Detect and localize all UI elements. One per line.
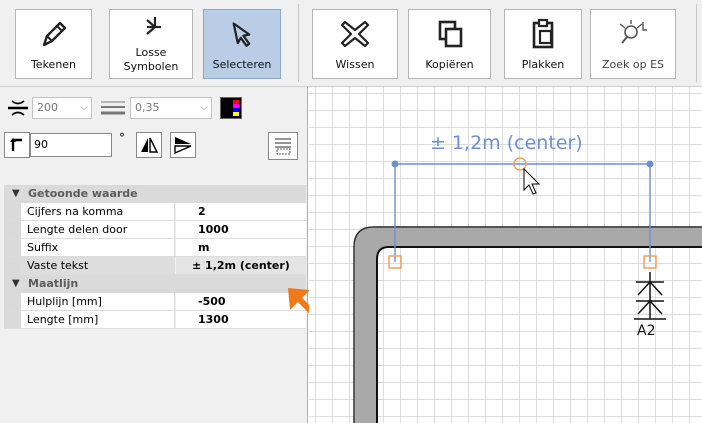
kopieren-label: Kopiëren xyxy=(425,58,474,71)
degree-label: ° xyxy=(119,131,125,145)
property-row-lengte[interactable]: Lengte [mm] 1300 xyxy=(4,311,306,329)
list-settings-icon[interactable] xyxy=(268,132,298,160)
property-row-vaste-tekst[interactable]: Vaste tekst ± 1,2m (center) xyxy=(4,257,306,275)
selecteren-label: Selecteren xyxy=(212,58,272,71)
property-name: Vaste tekst xyxy=(20,257,175,274)
mirror-horizontal-icon[interactable] xyxy=(136,132,162,158)
kopieren-button[interactable]: Kopiëren xyxy=(408,9,491,79)
line-width-icon xyxy=(100,100,126,119)
paste-icon xyxy=(505,18,581,50)
rotation-row: 90 ° xyxy=(4,131,304,161)
property-name: Cijfers na komma xyxy=(20,203,175,220)
mirror-vertical-icon[interactable] xyxy=(170,132,196,158)
property-value[interactable]: 2 xyxy=(176,203,306,220)
tekenen-label: Tekenen xyxy=(30,58,77,71)
toolbar-separator-end xyxy=(696,4,697,82)
selecteren-button[interactable]: Selecteren xyxy=(203,9,281,79)
zoek-op-es-button[interactable]: Zoek op ES xyxy=(590,9,676,79)
property-row-cijfers-na-komma[interactable]: Cijfers na komma 2 xyxy=(4,203,306,221)
losse-label: Losse xyxy=(135,46,167,59)
category-getoonde-waarde[interactable]: ▼ Getoonde waarde xyxy=(4,185,306,203)
line-width-combo[interactable]: 0,35 ⌵ xyxy=(130,97,212,119)
row-gutter xyxy=(4,293,20,310)
property-row-hulplijn[interactable]: Hulplijn [mm] -500 xyxy=(4,293,306,311)
ribbon-toolbar: Tekenen Losse Symbolen Selecteren Wissen… xyxy=(0,0,702,87)
plakken-label: Plakken xyxy=(521,58,565,71)
line-width-value: 0,35 xyxy=(135,101,160,114)
wissen-label: Wissen xyxy=(335,58,375,71)
line-style-row: 200 ⌵ 0,35 ⌵ xyxy=(4,95,304,121)
dimension-text[interactable]: ± 1,2m (center) xyxy=(430,132,583,154)
line-length-combo[interactable]: 200 ⌵ xyxy=(32,97,92,119)
chevron-down-icon: ⌵ xyxy=(200,102,208,113)
symbolen-label: Symbolen xyxy=(123,60,179,73)
property-value[interactable]: 1000 xyxy=(176,221,306,238)
row-gutter xyxy=(4,311,20,328)
row-gutter xyxy=(4,203,20,220)
category-maatlijn[interactable]: ▼ Maatlijn xyxy=(4,275,306,293)
rotate-icon[interactable] xyxy=(4,132,30,158)
rotation-input[interactable]: 90 xyxy=(30,133,112,157)
property-name: Lengte delen door xyxy=(20,221,175,238)
properties-panel: 200 ⌵ 0,35 ⌵ 90 ° ▼ Getoonde waarde Cijf… xyxy=(0,87,308,423)
wissen-button[interactable]: Wissen xyxy=(312,9,398,79)
category-title: Maatlijn xyxy=(28,277,79,290)
toolbar-separator xyxy=(298,4,299,82)
chevron-down-icon: ⌵ xyxy=(80,102,88,113)
property-name: Lengte [mm] xyxy=(20,311,175,328)
category-title: Getoonde waarde xyxy=(28,187,138,200)
copy-icon xyxy=(409,18,490,50)
chevron-down-icon: ▼ xyxy=(12,278,20,289)
symbol-icon xyxy=(110,14,192,46)
property-value[interactable]: m xyxy=(176,239,306,256)
tekenen-button[interactable]: Tekenen xyxy=(15,9,92,79)
search-es-icon xyxy=(591,18,675,50)
zoek-op-es-label: Zoek op ES xyxy=(601,58,665,71)
property-grid: ▼ Getoonde waarde Cijfers na komma 2 Len… xyxy=(4,185,306,329)
dimension-endpoint-left xyxy=(391,160,399,168)
drawing-canvas[interactable]: ± 1,2m (center) A2 xyxy=(309,87,702,423)
chevron-down-icon: ▼ xyxy=(12,188,20,199)
row-gutter xyxy=(4,239,20,256)
property-name: Suffix xyxy=(20,239,175,256)
line-length-value: 200 xyxy=(37,101,58,114)
losse-symbolen-button[interactable]: Losse Symbolen xyxy=(109,9,193,79)
pencil-icon xyxy=(16,18,91,50)
symbol-label: A2 xyxy=(637,323,656,339)
row-gutter xyxy=(4,257,20,274)
color-picker-icon[interactable] xyxy=(220,97,242,122)
line-length-icon xyxy=(6,98,30,121)
plakken-button[interactable]: Plakken xyxy=(504,9,582,79)
row-gutter xyxy=(4,221,20,238)
mouse-cursor-icon xyxy=(523,167,541,195)
property-row-suffix[interactable]: Suffix m xyxy=(4,239,306,257)
property-value[interactable]: ± 1,2m (center) xyxy=(176,257,306,274)
delete-x-icon xyxy=(313,18,397,50)
cursor-select-icon xyxy=(204,18,280,50)
symbol-a2-icon xyxy=(634,272,666,320)
property-name: Hulplijn [mm] xyxy=(20,293,175,310)
property-row-lengte-delen-door[interactable]: Lengte delen door 1000 xyxy=(4,221,306,239)
dimension-endpoint-right xyxy=(646,160,654,168)
